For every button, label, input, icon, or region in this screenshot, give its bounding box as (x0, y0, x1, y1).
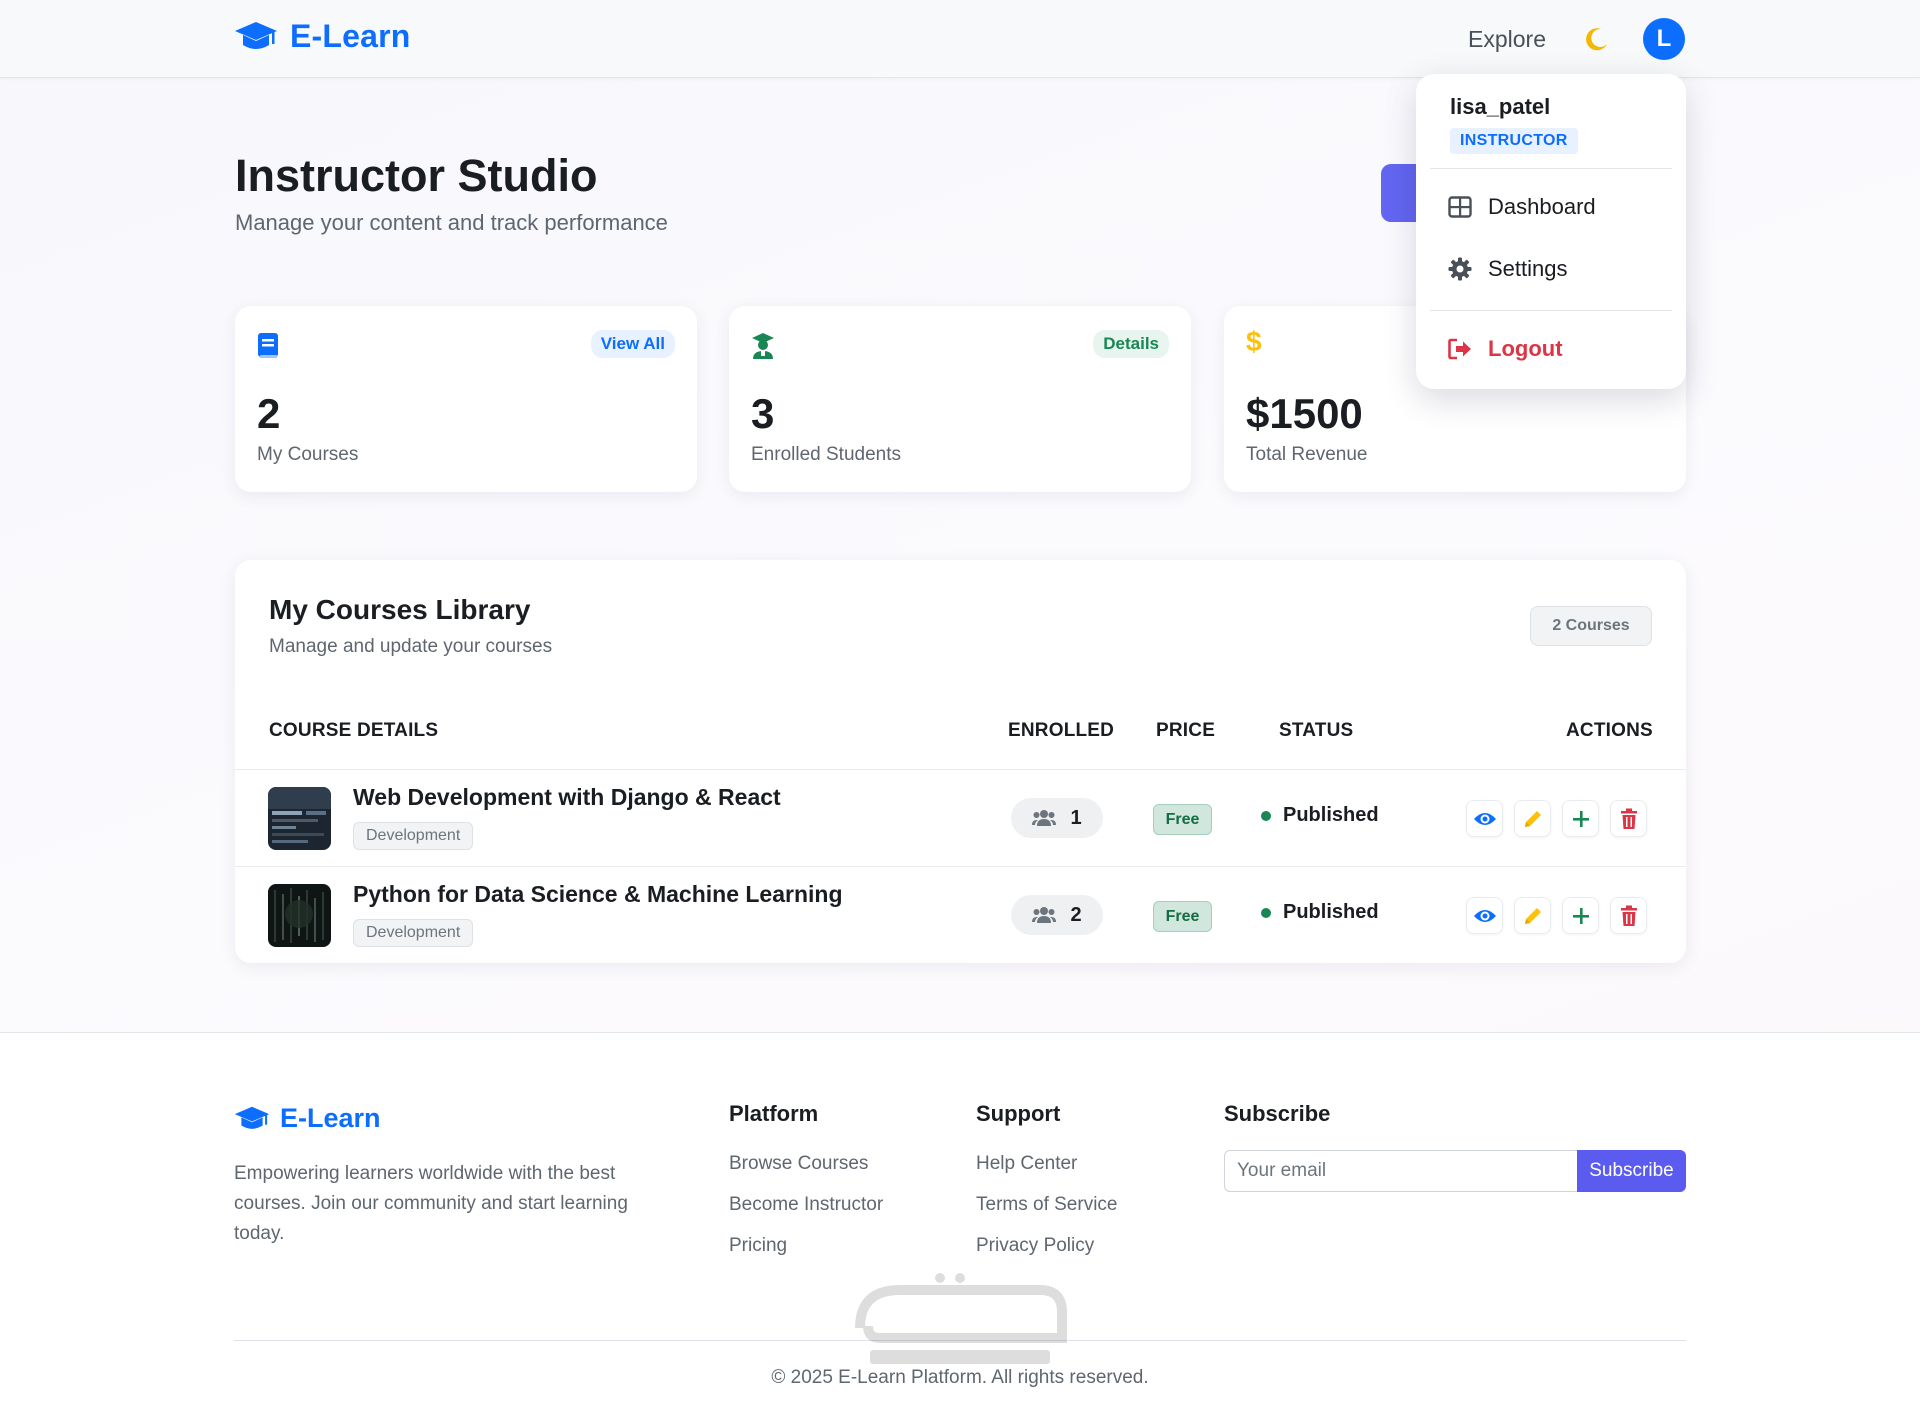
stat-value: $1500 (1246, 390, 1363, 437)
view-button[interactable] (1466, 800, 1503, 837)
pencil-icon (1524, 907, 1541, 924)
graduate-icon (751, 332, 775, 365)
dollar-icon: $ (1246, 326, 1262, 357)
status-indicator: Published (1261, 804, 1379, 827)
course-title[interactable]: Web Development with Django & React (353, 784, 781, 811)
footer-link-help-center[interactable]: Help Center (976, 1153, 1077, 1175)
dropdown-item-label: Logout (1488, 336, 1563, 361)
course-thumbnail (268, 884, 331, 947)
footer-link-terms[interactable]: Terms of Service (976, 1194, 1117, 1216)
stat-card-students: Details 3 Enrolled Students (729, 306, 1191, 492)
price-badge: Free (1153, 901, 1212, 932)
users-icon (1032, 907, 1057, 923)
plus-icon (1572, 907, 1589, 924)
watermark-logo (840, 1268, 1080, 1383)
logout-icon (1448, 338, 1471, 360)
enrolled-count: 2 (1070, 903, 1082, 926)
dropdown-item-label: Dashboard (1488, 194, 1596, 219)
footer-platform-title: Platform (729, 1101, 819, 1126)
status-text: Published (1283, 804, 1379, 826)
stat-label: My Courses (257, 444, 359, 465)
price-badge: Free (1153, 804, 1212, 835)
library-subtitle: Manage and update your courses (269, 636, 553, 657)
dropdown-divider (1430, 168, 1672, 169)
add-content-button[interactable] (1562, 800, 1599, 837)
footer-description: Empowering learners worldwide with the b… (234, 1163, 628, 1244)
moon-icon[interactable] (1584, 26, 1610, 57)
course-count-badge: 2 Courses (1530, 606, 1652, 646)
course-category-tag: Development (353, 919, 474, 947)
enrolled-count-pill: 2 (1011, 895, 1103, 935)
user-avatar[interactable]: L (1643, 18, 1685, 60)
add-content-button[interactable] (1562, 897, 1599, 934)
footer-support-title: Support (976, 1101, 1061, 1126)
page-subtitle: Manage your content and track performanc… (235, 210, 668, 235)
stat-value: 2 (257, 390, 281, 437)
plus-icon (1572, 810, 1589, 827)
enrolled-count: 1 (1070, 806, 1082, 829)
gear-icon (1448, 257, 1472, 281)
stat-value: 3 (751, 390, 775, 437)
column-header-details: COURSE DETAILS (269, 720, 439, 741)
library-title: My Courses Library (269, 594, 531, 625)
brand-name: E-Learn (290, 18, 411, 54)
eye-icon (1473, 909, 1496, 922)
subscribe-button[interactable]: Subscribe (1577, 1150, 1686, 1192)
enrolled-count-pill: 1 (1011, 798, 1103, 838)
view-button[interactable] (1466, 897, 1503, 934)
dropdown-item-dashboard[interactable]: Dashboard (1448, 194, 1596, 220)
column-header-price: PRICE (1156, 720, 1216, 741)
details-link[interactable]: Details (1093, 330, 1169, 358)
footer-link-pricing[interactable]: Pricing (729, 1235, 787, 1257)
dropdown-item-label: Settings (1488, 256, 1568, 281)
stat-card-courses: View All 2 My Courses (235, 306, 697, 492)
footer-link-privacy[interactable]: Privacy Policy (976, 1235, 1094, 1257)
users-icon (1032, 810, 1057, 826)
grid-icon (1448, 196, 1472, 218)
edit-button[interactable] (1514, 800, 1551, 837)
status-indicator: Published (1261, 901, 1379, 924)
trash-icon (1620, 808, 1637, 829)
dropdown-item-logout[interactable]: Logout (1448, 336, 1563, 362)
edit-button[interactable] (1514, 897, 1551, 934)
status-dot-icon (1261, 810, 1271, 821)
course-thumbnail (268, 787, 331, 850)
brand-logo[interactable]: E-Learn (234, 18, 411, 55)
table-row: Python for Data Science & Machine Learni… (235, 866, 1686, 963)
view-all-link[interactable]: View All (590, 330, 675, 358)
nav-explore-link[interactable]: Explore (1468, 26, 1546, 53)
status-dot-icon (1261, 907, 1271, 918)
column-header-enrolled: ENROLLED (1008, 720, 1115, 741)
course-category-tag: Development (353, 822, 474, 850)
user-dropdown-menu: lisa_patel INSTRUCTOR Dashboard Settings… (1416, 74, 1686, 389)
footer-link-become-instructor[interactable]: Become Instructor (729, 1194, 883, 1216)
graduation-cap-icon (235, 21, 277, 49)
email-field[interactable] (1224, 1150, 1578, 1192)
stat-label: Total Revenue (1246, 444, 1368, 465)
role-badge: INSTRUCTOR (1450, 128, 1578, 154)
footer-brand[interactable]: E-Learn (234, 1103, 381, 1134)
dropdown-item-settings[interactable]: Settings (1448, 256, 1568, 282)
status-text: Published (1283, 901, 1379, 923)
column-header-status: STATUS (1279, 720, 1354, 741)
stat-label: Enrolled Students (751, 444, 901, 465)
delete-button[interactable] (1610, 800, 1647, 837)
column-header-actions: ACTIONS (1566, 720, 1653, 741)
page-title: Instructor Studio (235, 150, 598, 201)
footer-brand-name: E-Learn (280, 1103, 381, 1133)
footer-link-browse-courses[interactable]: Browse Courses (729, 1153, 868, 1175)
course-title[interactable]: Python for Data Science & Machine Learni… (353, 881, 843, 908)
table-row: Web Development with Django & React Deve… (235, 769, 1686, 866)
graduation-cap-icon (234, 1106, 270, 1129)
trash-icon (1620, 905, 1637, 926)
courses-library: My Courses Library Manage and update you… (235, 560, 1686, 963)
eye-icon (1473, 812, 1496, 825)
footer-subscribe-title: Subscribe (1224, 1101, 1331, 1126)
delete-button[interactable] (1610, 897, 1647, 934)
book-icon (257, 332, 279, 365)
dropdown-divider (1430, 310, 1672, 311)
pencil-icon (1524, 810, 1541, 827)
navbar: E-Learn Explore L (0, 0, 1920, 78)
dropdown-username: lisa_patel (1450, 94, 1551, 119)
